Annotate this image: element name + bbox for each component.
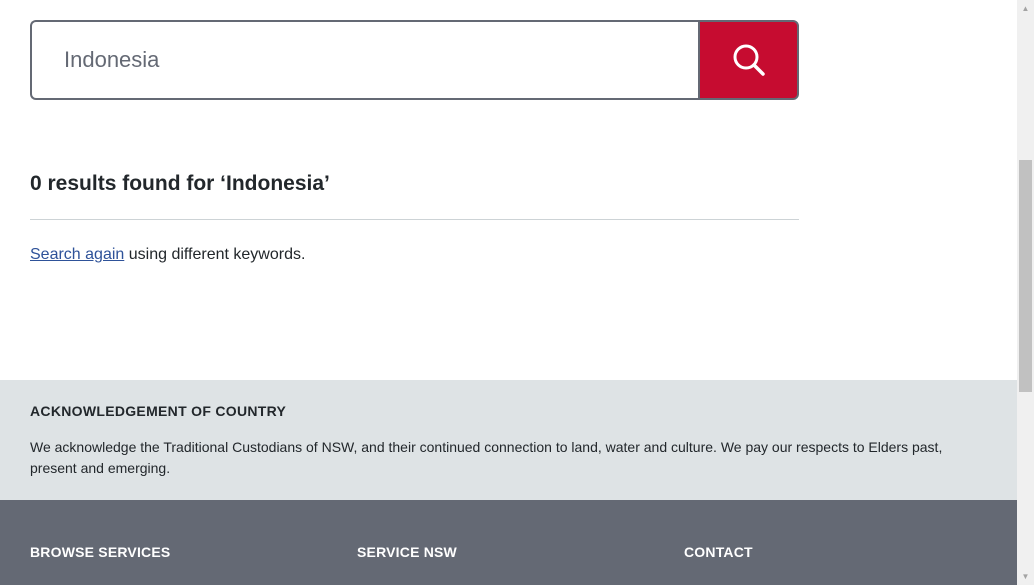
page: 0 results found for ‘Indonesia’ Search a… (0, 0, 1017, 585)
search-bar (30, 20, 799, 100)
results-heading: 0 results found for ‘Indonesia’ (30, 172, 330, 195)
chevron-down-icon[interactable]: ▼ (1017, 568, 1034, 585)
results-hint: Search again using different keywords. (30, 246, 305, 264)
acknowledgement-text: We acknowledge the Traditional Custodian… (30, 439, 943, 476)
scrollbar-thumb[interactable] (1019, 160, 1032, 392)
search-button[interactable] (698, 20, 799, 100)
acknowledgement-title: ACKNOWLEDGEMENT OF COUNTRY (30, 403, 287, 419)
site-footer: BROWSE SERVICES SERVICE NSW CONTACT (0, 500, 1017, 585)
footer-heading-browse-services[interactable]: BROWSE SERVICES (30, 544, 170, 560)
results-hint-text: using different keywords. (124, 246, 306, 263)
results-divider (30, 219, 799, 220)
search-input[interactable] (30, 20, 699, 100)
search-icon (732, 43, 766, 77)
search-again-link[interactable]: Search again (30, 246, 124, 263)
footer-heading-contact[interactable]: CONTACT (684, 544, 753, 560)
acknowledgement-of-country: ACKNOWLEDGEMENT OF COUNTRY We acknowledg… (0, 380, 1017, 500)
chevron-up-icon[interactable]: ▲ (1017, 0, 1034, 17)
footer-heading-service-nsw[interactable]: SERVICE NSW (357, 544, 457, 560)
vertical-scrollbar[interactable]: ▲ ▼ (1017, 0, 1034, 585)
